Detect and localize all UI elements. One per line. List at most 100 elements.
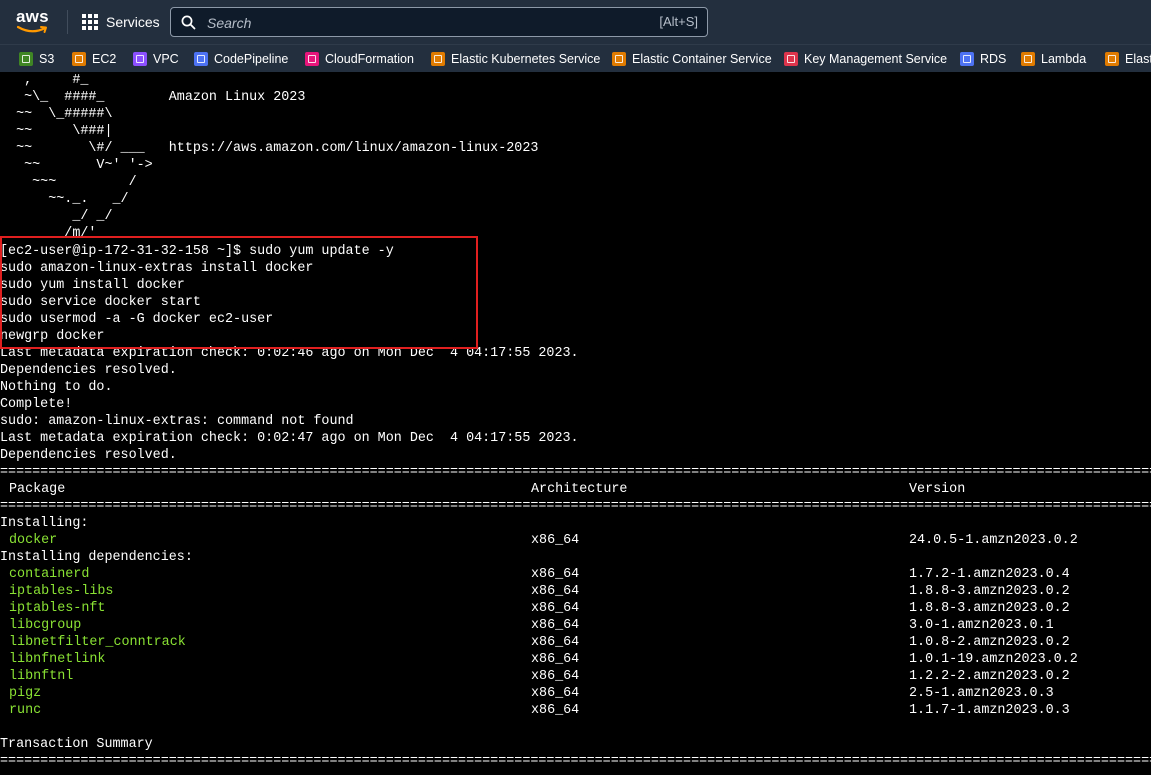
package-name: iptables-libs <box>9 584 114 599</box>
favorite-label: Key Management Service <box>804 52 948 66</box>
banner-line: ~\_ ####_ Amazon Linux 2023 <box>0 90 306 105</box>
services-menu-button[interactable]: Services <box>82 11 160 33</box>
banner-line: ~~~ / <box>0 175 137 190</box>
favorite-label: Elastic Container Service <box>632 52 772 66</box>
eks-service-icon <box>431 52 445 66</box>
table-separator: ========================================… <box>0 754 1151 769</box>
favorite-label: RDS <box>980 52 1007 66</box>
package-version: 1.1.7-1.amzn2023.0.3 <box>909 703 1070 718</box>
dependencies-label: Installing dependencies: <box>0 550 193 565</box>
cloudformation-service-icon <box>305 52 319 66</box>
package-name: docker <box>9 533 58 548</box>
package-version: 1.0.8-2.amzn2023.0.2 <box>909 635 1070 650</box>
favorite-cloudformation[interactable]: CloudFormation <box>305 50 414 68</box>
banner-line: ~~ \#/ ___ https://aws.amazon.com/linux/… <box>0 141 539 156</box>
favorite-rds[interactable]: RDS <box>960 50 1006 68</box>
package-arch: x86_64 <box>531 669 580 684</box>
favorite-elasticache[interactable]: Elasti <box>1105 50 1151 68</box>
nav-divider <box>67 10 68 34</box>
package-name: pigz <box>9 686 42 701</box>
package-name: libnftnl <box>9 669 74 684</box>
package-version: 1.8.8-3.amzn2023.0.2 <box>909 584 1070 599</box>
package-arch: x86_64 <box>531 703 580 718</box>
ec2-service-icon <box>72 52 86 66</box>
search-box[interactable]: [Alt+S] <box>170 7 708 37</box>
command-line: sudo amazon-linux-extras install docker <box>0 261 314 276</box>
services-label: Services <box>106 14 160 30</box>
package-arch: x86_64 <box>531 618 580 633</box>
table-separator: ========================================… <box>0 499 1151 514</box>
favorite-lambda[interactable]: Lambda <box>1021 50 1086 68</box>
favorite-ec2[interactable]: EC2 <box>72 50 116 68</box>
installing-label: Installing: <box>0 516 89 531</box>
favorite-codepipeline[interactable]: CodePipeline <box>194 50 288 68</box>
favorite-kms[interactable]: Key Management Service <box>784 50 947 68</box>
ecs-service-icon <box>612 52 626 66</box>
top-navigation-bar: aws Services [Alt+S] <box>0 0 1151 44</box>
package-name: iptables-nft <box>9 601 106 616</box>
package-name: libcgroup <box>9 618 82 633</box>
banner-line: _/ _/ <box>0 209 113 224</box>
favorite-ecs[interactable]: Elastic Container Service <box>612 50 772 68</box>
favorite-vpc[interactable]: VPC <box>133 50 179 68</box>
command-line: [ec2-user@ip-172-31-32-158 ~]$ sudo yum … <box>0 244 394 259</box>
output-line: Nothing to do. <box>0 380 113 395</box>
table-separator: ========================================… <box>0 465 1151 480</box>
favorites-bar: S3 EC2 VPC CodePipeline CloudFormation E… <box>0 44 1151 73</box>
kms-service-icon <box>784 52 798 66</box>
output-line: sudo: amazon-linux-extras: command not f… <box>0 414 354 429</box>
package-arch: x86_64 <box>531 635 580 650</box>
package-arch: x86_64 <box>531 652 580 667</box>
favorite-label: CloudFormation <box>325 52 414 66</box>
search-shortcut-hint: [Alt+S] <box>659 14 698 29</box>
favorite-s3[interactable]: S3 <box>19 50 54 68</box>
banner-line: ~~ V~' '-> <box>0 158 153 173</box>
terminal-output[interactable]: , #_ ~\_ ####_ Amazon Linux 2023 ~~ \_##… <box>0 72 1151 775</box>
header-architecture: Architecture <box>531 482 628 497</box>
package-arch: x86_64 <box>531 686 580 701</box>
favorite-label: Elastic Kubernetes Service <box>451 52 601 66</box>
header-package: Package <box>9 482 66 497</box>
apps-grid-icon <box>82 14 98 30</box>
command-line: newgrp docker <box>0 329 105 344</box>
banner-line: ~~ \###| <box>0 124 113 139</box>
favorite-label: Lambda <box>1041 52 1087 66</box>
package-version: 1.8.8-3.amzn2023.0.2 <box>909 601 1070 616</box>
codepipeline-service-icon <box>194 52 208 66</box>
package-arch: x86_64 <box>531 584 580 599</box>
header-version: Version <box>909 482 966 497</box>
package-version: 2.5-1.amzn2023.0.3 <box>909 686 1054 701</box>
favorite-eks[interactable]: Elastic Kubernetes Service <box>431 50 600 68</box>
package-arch: x86_64 <box>531 601 580 616</box>
search-input[interactable] <box>205 12 629 34</box>
favorite-label: S3 <box>39 52 55 66</box>
package-version: 24.0.5-1.amzn2023.0.2 <box>909 533 1078 548</box>
package-version: 1.7.2-1.amzn2023.0.4 <box>909 567 1070 582</box>
aws-logo-text: aws <box>16 7 49 26</box>
aws-logo[interactable]: aws <box>16 7 52 35</box>
banner-line: _/m/' <box>0 226 97 241</box>
favorite-label: CodePipeline <box>214 52 289 66</box>
favorite-label: VPC <box>153 52 179 66</box>
package-arch: x86_64 <box>531 567 580 582</box>
output-line: Dependencies resolved. <box>0 448 177 463</box>
package-name: libnetfilter_conntrack <box>9 635 186 650</box>
banner-line: ~~ \_#####\ <box>0 107 113 122</box>
command-line: sudo service docker start <box>0 295 201 310</box>
package-name: runc <box>9 703 42 718</box>
elasticache-service-icon <box>1105 52 1119 66</box>
output-line: Last metadata expiration check: 0:02:47 … <box>0 431 579 446</box>
package-name: containerd <box>9 567 90 582</box>
aws-smile-icon <box>17 25 47 33</box>
output-line: Dependencies resolved. <box>0 363 177 378</box>
package-name: libnfnetlink <box>9 652 106 667</box>
package-version: 1.2.2-2.amzn2023.0.2 <box>909 669 1070 684</box>
favorite-label: Elasti <box>1125 52 1151 66</box>
banner-line: ~~._. _/ <box>0 192 129 207</box>
package-arch: x86_64 <box>531 533 580 548</box>
banner-line: , #_ <box>0 73 89 88</box>
package-version: 1.0.1-19.amzn2023.0.2 <box>909 652 1078 667</box>
command-line: sudo yum install docker <box>0 278 185 293</box>
lambda-service-icon <box>1021 52 1035 66</box>
favorite-label: EC2 <box>92 52 117 66</box>
